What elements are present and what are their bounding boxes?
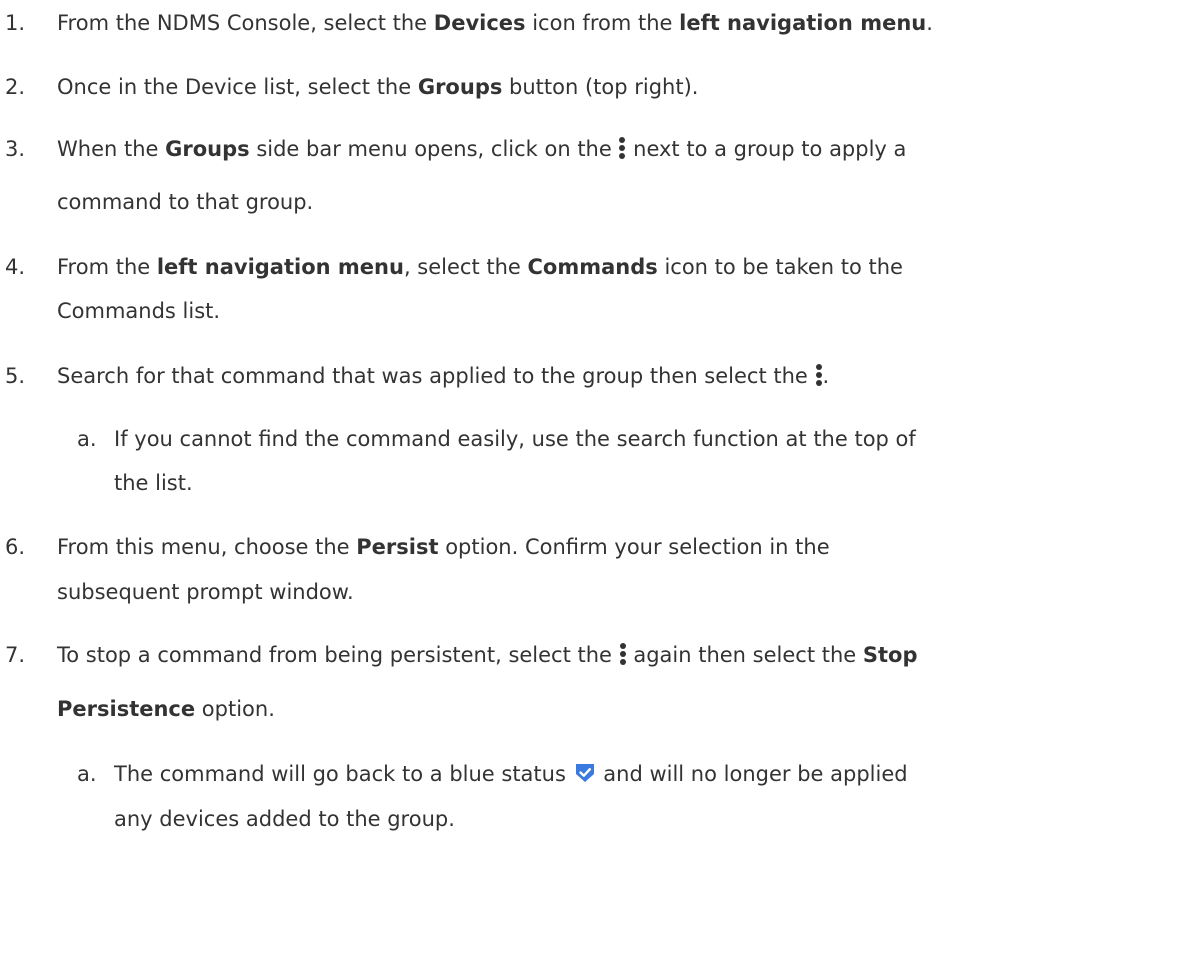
substep-7a-text-cont: any devices added to the group. (114, 807, 455, 831)
step-7-text: To stop a command from being persistent,… (57, 640, 918, 670)
text: When the (57, 137, 166, 161)
step-4-text: From the left navigation menu, select th… (57, 252, 903, 282)
step-5-text: Search for that command that was applied… (57, 361, 829, 391)
more-vert-icon (618, 136, 626, 160)
step-number: 4. (5, 255, 26, 279)
step-4-text-cont: Commands list. (57, 299, 221, 323)
bold-term: Commands (527, 255, 658, 279)
text: . (822, 364, 830, 388)
text: To stop a command from being persistent,… (57, 643, 619, 667)
bold-term: Groups (165, 137, 250, 161)
bold-term: Groups (417, 75, 503, 99)
text: From this menu, choose the (57, 535, 357, 559)
text: option. (195, 697, 275, 721)
bold-term: Stop (862, 643, 918, 667)
substep-letter: a. (77, 427, 97, 451)
step-7-text-cont: Persistence option. (57, 694, 275, 724)
substep-5a-text: If you cannot find the command easily, u… (114, 427, 916, 451)
bold-term: Persistence (57, 697, 196, 721)
step-number: 6. (5, 535, 26, 559)
bold-term: left navigation menu (156, 255, 404, 279)
step-2-text: Once in the Device list, select the Grou… (57, 72, 698, 102)
substep-5a-text-cont: the list. (114, 471, 193, 495)
text: From the (57, 255, 157, 279)
text: Search for that command that was applied… (57, 364, 815, 388)
step-3-text: When the Groups side bar menu opens, cli… (57, 134, 906, 164)
text: From the NDMS Console, select the (57, 11, 434, 35)
substep-7a-text: The command will go back to a blue statu… (114, 759, 908, 793)
text: again then select the (626, 643, 863, 667)
step-number: 7. (5, 643, 26, 667)
text: , select the (403, 255, 528, 279)
step-number: 3. (5, 137, 26, 161)
bold-term: left navigation menu (679, 11, 927, 35)
substep-letter: a. (77, 762, 97, 786)
step-3-text-cont: command to that group. (57, 190, 314, 214)
step-number: 2. (5, 75, 26, 99)
step-6-text-cont: subsequent prompt window. (57, 580, 354, 604)
text: icon to be taken to the (657, 255, 903, 279)
bold-term: Persist (356, 535, 439, 559)
text: side bar menu opens, click on the (249, 137, 619, 161)
text: option. Confirm your selection in the (438, 535, 830, 559)
text: next to a group to apply a (626, 137, 907, 161)
text: button (top right). (502, 75, 699, 99)
step-number: 1. (5, 11, 26, 35)
bold-term: Devices (433, 11, 526, 35)
text: icon from the (525, 11, 680, 35)
step-6-text: From this menu, choose the Persist optio… (57, 532, 830, 562)
text: Once in the Device list, select the (57, 75, 418, 99)
step-1-text: From the NDMS Console, select the Device… (57, 8, 933, 38)
more-vert-icon (619, 642, 627, 666)
blue-check-status-icon (573, 761, 597, 793)
more-vert-icon (815, 363, 823, 387)
step-number: 5. (5, 364, 26, 388)
text: and will no longer be applied (596, 762, 908, 786)
text: . (926, 11, 933, 35)
text: The command will go back to a blue statu… (114, 762, 573, 786)
